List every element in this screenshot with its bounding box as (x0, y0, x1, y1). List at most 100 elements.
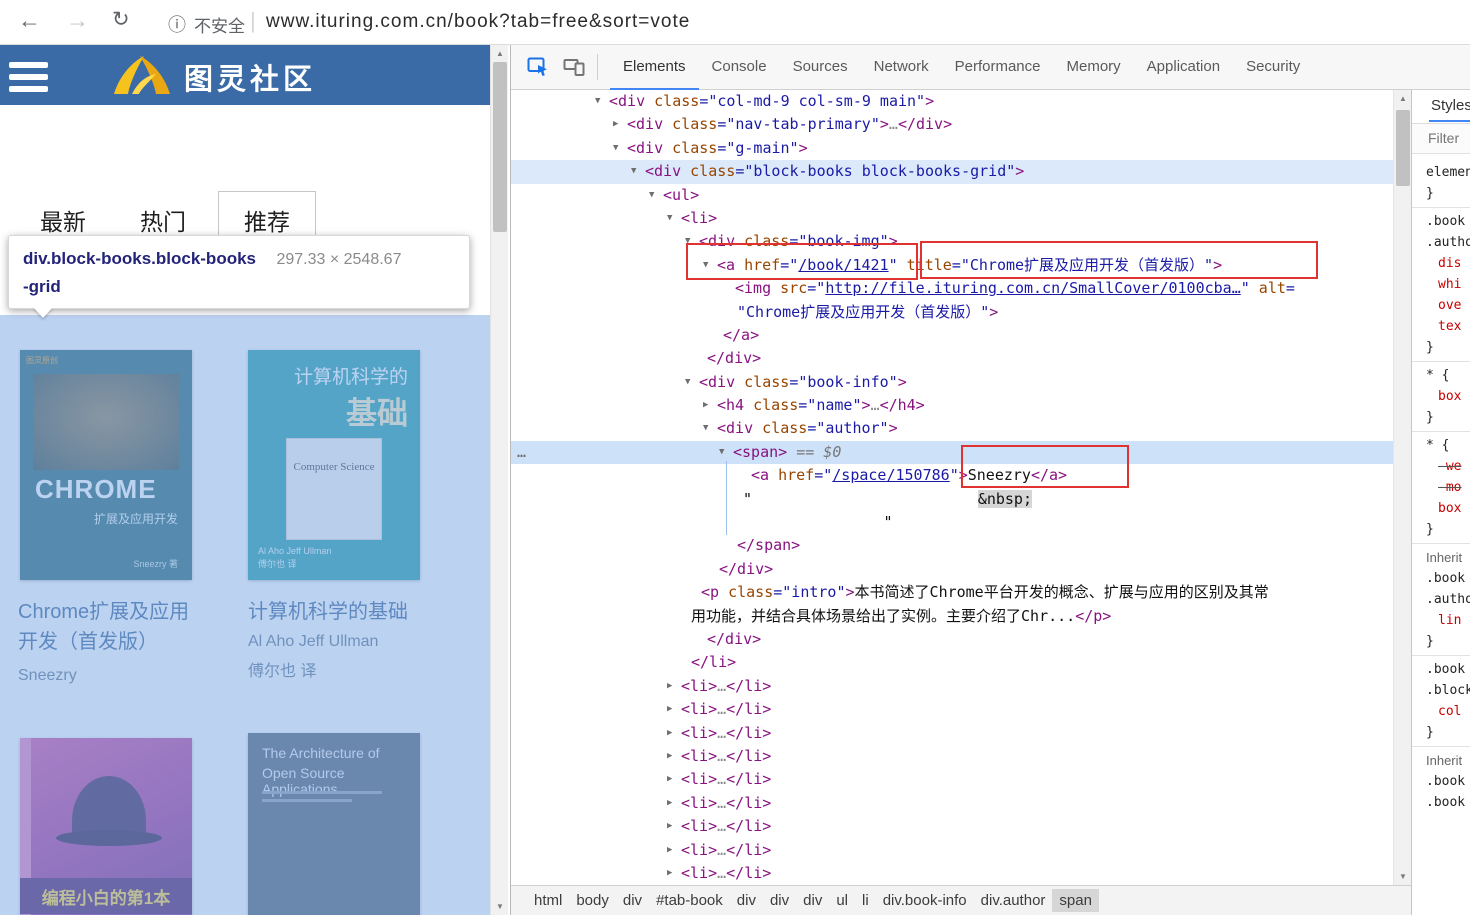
site-tab-1[interactable]: 最新 (40, 203, 86, 237)
tree-node[interactable]: </div> (511, 347, 1393, 370)
twisty-icon[interactable]: ▼ (667, 207, 681, 230)
scroll-down-icon[interactable]: ▼ (1394, 868, 1412, 885)
tree-node[interactable]: </li> (511, 651, 1393, 674)
tree-node[interactable]: ▼ <div class="block-books block-books-gri… (511, 160, 1393, 184)
tree-node[interactable]: ▼ <div class="col-md-9 col-sm-9 main"> (511, 90, 1393, 113)
tree-node[interactable]: ▼ <ul> (511, 184, 1393, 207)
tree-node[interactable]: ▶ <li>…</li> (511, 698, 1393, 721)
tree-node[interactable]: ▼ <div class="book-info"> (511, 371, 1393, 394)
site-tab-2[interactable]: 热门 (140, 203, 186, 237)
devtools-tab-elements[interactable]: Elements (610, 45, 699, 90)
tree-node[interactable]: ▶ <li>…</li> (511, 675, 1393, 698)
tree-node[interactable]: 用功能，并结合具体场景给出了实例。主要介绍了Chr...</p> (511, 605, 1393, 628)
tree-node[interactable]: <a href="/space/150786">Sneezry</a> (511, 464, 1393, 487)
page-info-icon[interactable]: ⓘ (168, 11, 186, 37)
url-text[interactable]: www.ituring.com.cn/book?tab=free&sort=vo… (266, 11, 690, 33)
tree-node[interactable]: </div> (511, 558, 1393, 581)
tree-node[interactable]: ▶ <h4 class="name">…</h4> (511, 394, 1393, 417)
breadcrumb-item[interactable]: body (569, 889, 616, 912)
tree-node[interactable]: " (511, 511, 1393, 534)
tree-node[interactable]: ▼ <li> (511, 207, 1393, 230)
tree-node[interactable]: ▼ <a href="/book/1421" title="Chrome扩展及应用… (511, 254, 1393, 277)
twisty-icon[interactable]: ▶ (667, 862, 681, 885)
book-translator[interactable]: 傅尔也 译 (248, 657, 408, 681)
book-cover-cs-foundations[interactable]: 计算机科学的 基础 Computer Science Al Aho Jeff U… (248, 350, 420, 580)
tree-node[interactable]: "Chrome扩展及应用开发（首发版）"> (511, 301, 1393, 324)
book-authors[interactable]: Al Aho Jeff Ullman (248, 633, 408, 651)
devtools-tab-memory[interactable]: Memory (1054, 45, 1134, 90)
styles-filter-input[interactable] (1412, 124, 1468, 146)
page-scrollbar[interactable]: ▲ ▼ (490, 45, 508, 915)
tree-node[interactable]: ▶ <li>…</li> (511, 722, 1393, 745)
breadcrumb-item[interactable]: div (730, 889, 763, 912)
security-label[interactable]: 不安全 (194, 12, 245, 37)
devtools-tab-console[interactable]: Console (699, 45, 780, 90)
tree-node[interactable]: </span> (511, 534, 1393, 557)
breadcrumb-item[interactable]: ul (829, 889, 855, 912)
book-author-link[interactable]: Sneezry (18, 667, 189, 685)
tree-node[interactable]: … ▼ <span> == $0 (511, 440, 1393, 465)
devtools-tab-network[interactable]: Network (861, 45, 942, 90)
tree-node[interactable]: </a> (511, 324, 1393, 347)
twisty-icon[interactable]: ▶ (667, 722, 681, 745)
breadcrumb-item[interactable]: span (1052, 889, 1099, 912)
tree-node[interactable]: </div> (511, 628, 1393, 651)
book-cover-beginner[interactable]: 编程小白的第1本 (20, 738, 192, 915)
twisty-icon[interactable]: ▼ (685, 371, 699, 394)
book-cover-chrome[interactable]: 图灵原创 CHROME 扩展及应用开发 Sneezry 著 (20, 350, 192, 580)
tree-node[interactable]: ▶ <li>…</li> (511, 815, 1393, 838)
site-title[interactable]: 图灵社区 (184, 56, 316, 98)
book-title-link[interactable]: 计算机科学的基础 (248, 597, 408, 627)
breadcrumb-item[interactable]: li (855, 889, 876, 912)
breadcrumb-item[interactable]: html (527, 889, 569, 912)
twisty-icon[interactable]: ▶ (667, 698, 681, 721)
tree-node[interactable]: ▼ <div class="author"> (511, 417, 1393, 440)
elements-scrollbar-thumb[interactable] (1396, 110, 1410, 186)
page-scrollbar-thumb[interactable] (493, 62, 507, 232)
tree-node[interactable]: ▶ <li>…</li> (511, 792, 1393, 815)
twisty-icon[interactable]: ▶ (667, 745, 681, 768)
scroll-up-icon[interactable]: ▲ (1394, 90, 1412, 107)
tree-node[interactable]: " &nbsp; (511, 488, 1393, 511)
twisty-icon[interactable]: ▼ (703, 417, 717, 440)
elements-scrollbar[interactable]: ▲ ▼ (1393, 90, 1411, 885)
tree-node[interactable]: ▶ <div class="nav-tab-primary">…</div> (511, 113, 1393, 136)
twisty-icon[interactable]: ▶ (667, 815, 681, 838)
twisty-icon[interactable]: ▼ (649, 184, 663, 207)
breadcrumb-item[interactable]: div.author (974, 889, 1053, 912)
devtools-tab-application[interactable]: Application (1134, 45, 1233, 90)
inspect-element-icon[interactable] (527, 57, 549, 77)
tree-node[interactable]: ▶ <li>…</li> (511, 839, 1393, 862)
twisty-icon[interactable]: ▼ (703, 254, 717, 277)
devtools-tab-performance[interactable]: Performance (942, 45, 1054, 90)
twisty-icon[interactable]: ▶ (667, 839, 681, 862)
breadcrumb-item[interactable]: div (763, 889, 796, 912)
device-toolbar-icon[interactable] (563, 58, 585, 76)
tree-node[interactable]: ▶ <li>…</li> (511, 862, 1393, 885)
tree-node[interactable]: <p class="intro">本书简述了Chrome平台开发的概念、扩展与应… (511, 581, 1393, 604)
site-logo-icon[interactable] (108, 52, 174, 98)
scroll-down-icon[interactable]: ▼ (491, 898, 509, 915)
tree-node[interactable]: ▶ <li>…</li> (511, 768, 1393, 791)
twisty-icon[interactable]: ▶ (667, 792, 681, 815)
twisty-icon[interactable]: ▶ (667, 768, 681, 791)
twisty-icon[interactable]: ▼ (685, 230, 699, 253)
tree-node[interactable]: ▼ <div class="book-img"> (511, 230, 1393, 253)
twisty-icon[interactable]: ▶ (703, 394, 717, 417)
back-icon[interactable]: ← (18, 7, 41, 34)
tab-styles[interactable]: Styles (1429, 90, 1470, 122)
twisty-icon[interactable]: ▼ (613, 137, 627, 160)
book-title-link[interactable]: 开发（首发版） (18, 627, 189, 657)
scroll-up-icon[interactable]: ▲ (491, 45, 509, 62)
breadcrumb-item[interactable]: div (796, 889, 829, 912)
twisty-icon[interactable]: ▶ (613, 113, 627, 136)
tree-node[interactable]: ▶ <li>…</li> (511, 745, 1393, 768)
tree-node[interactable]: ▼ <div class="g-main"> (511, 137, 1393, 160)
book-title-link[interactable]: Chrome扩展及应用 (18, 597, 189, 627)
devtools-tab-security[interactable]: Security (1233, 45, 1313, 90)
tree-node[interactable]: <img src="http://file.ituring.com.cn/Sma… (511, 277, 1393, 300)
breadcrumb-item[interactable]: #tab-book (649, 889, 730, 912)
breadcrumb-item[interactable]: div (616, 889, 649, 912)
devtools-tab-sources[interactable]: Sources (780, 45, 861, 90)
twisty-icon[interactable]: ▼ (595, 90, 609, 113)
